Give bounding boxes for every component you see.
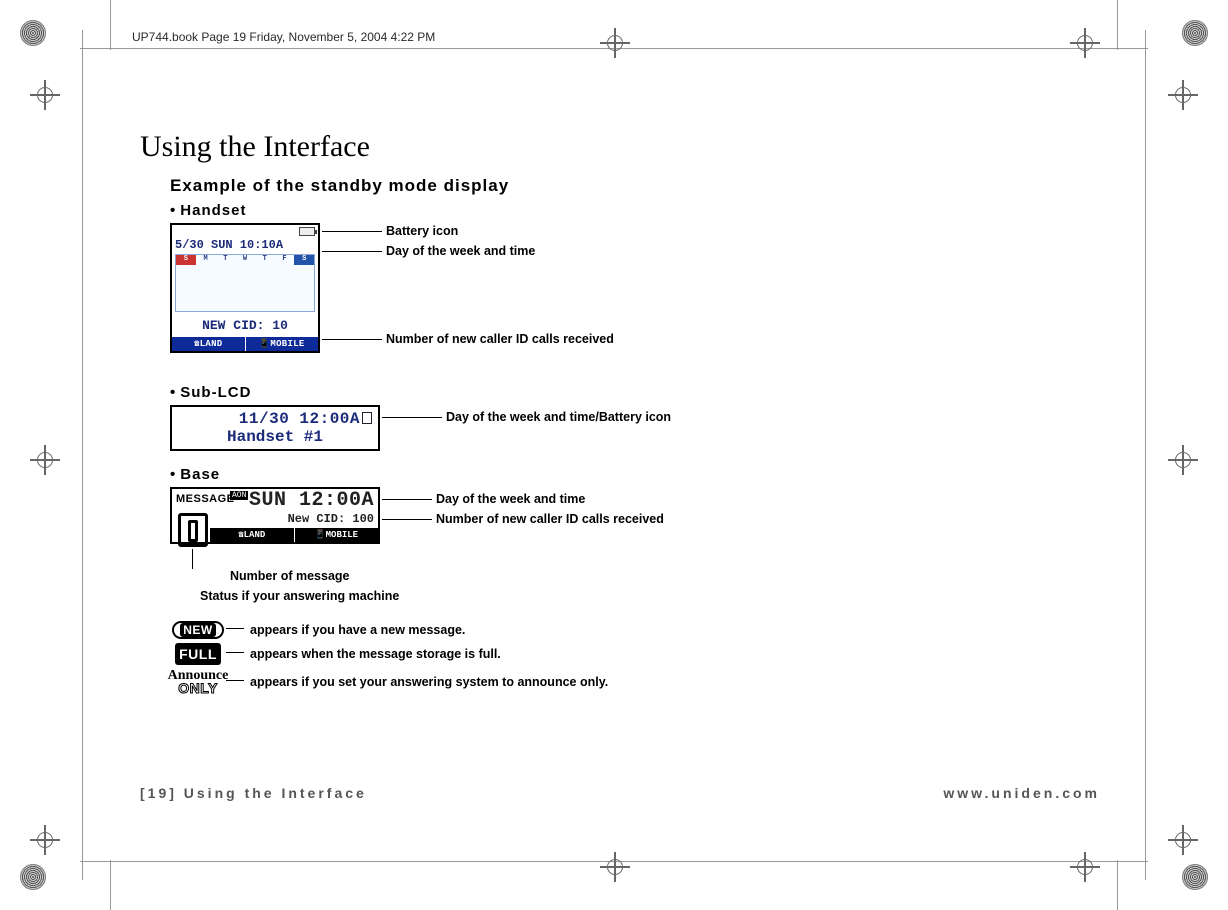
- callout-daytime: Day of the week and time: [386, 244, 535, 258]
- crop-line: [82, 30, 83, 880]
- callout-line: [382, 417, 442, 418]
- day-label: F: [275, 255, 295, 265]
- message-count-icon: [178, 513, 208, 547]
- announce-only-icon: Announce ONLY: [168, 669, 229, 696]
- crosshair-icon: [30, 80, 60, 110]
- leader-line: [226, 628, 244, 629]
- section-heading: Example of the standby mode display: [170, 176, 1100, 196]
- aon-icon: AON: [230, 491, 248, 500]
- handset-heading-text: Handset: [180, 202, 246, 219]
- announce-bottom: ONLY: [168, 682, 229, 695]
- crosshair-icon: [1070, 852, 1100, 882]
- leader-line: [226, 652, 244, 653]
- callout-sublcd: Day of the week and time/Battery icon: [446, 410, 671, 424]
- callout-base-cid: Number of new caller ID calls received: [436, 512, 664, 526]
- day-label: S: [294, 255, 314, 265]
- sublcd-handset-id: Handset #1: [178, 428, 372, 446]
- regmark-icon: [20, 864, 46, 890]
- callout-line: [382, 519, 432, 520]
- callout-line: [322, 231, 382, 232]
- callout-base-daytime: Day of the week and time: [436, 492, 585, 506]
- legend-announce-text: appears if you set your answering system…: [250, 675, 608, 689]
- legend-new: NEW appears if you have a new message.: [170, 621, 1100, 639]
- day-label: W: [235, 255, 255, 265]
- legend-full: FULL appears when the message storage is…: [170, 643, 1100, 665]
- crosshair-icon: [1168, 80, 1198, 110]
- legend-announce: Announce ONLY appears if you set your an…: [170, 669, 1100, 696]
- callout-line: [382, 499, 432, 500]
- regmark-icon: [1182, 20, 1208, 46]
- regmark-icon: [1182, 864, 1208, 890]
- sublcd-heading-text: Sub-LCD: [180, 384, 251, 401]
- crop-line: [1145, 30, 1146, 880]
- legend-full-text: appears when the message storage is full…: [250, 647, 501, 661]
- mobile-tab: 📱MOBILE: [295, 528, 379, 542]
- footer-left: [19] Using the Interface: [140, 785, 367, 801]
- day-label: T: [255, 255, 275, 265]
- sublcd-date-time: 11/30 12:00A: [239, 410, 360, 428]
- handset-date-time: 5/30 SUN 10:10A: [172, 238, 318, 252]
- crosshair-icon: [600, 852, 630, 882]
- footer-right: www.uniden.com: [943, 785, 1100, 801]
- handset-heading: •Handset: [170, 202, 1100, 219]
- day-label: T: [215, 255, 235, 265]
- legend-new-text: appears if you have a new message.: [250, 623, 465, 637]
- crosshair-icon: [600, 28, 630, 58]
- new-icon: NEW: [172, 621, 224, 639]
- callout-line: [322, 339, 382, 340]
- leader-line: [226, 680, 244, 681]
- land-tab: ☎LAND: [172, 337, 246, 351]
- message-label: MESSAGE: [176, 493, 235, 505]
- calendar-icon: S M T W T F S: [175, 254, 315, 312]
- crop-line: [1117, 860, 1118, 910]
- callout-battery: Battery icon: [386, 224, 458, 238]
- battery-icon: [362, 412, 372, 424]
- callout-line: [192, 549, 193, 569]
- day-label: M: [196, 255, 216, 265]
- mobile-tab: 📱MOBILE: [246, 337, 319, 351]
- crop-line: [110, 0, 111, 50]
- crop-line: [1117, 0, 1118, 50]
- handset-cid: NEW CID: 10: [172, 314, 318, 337]
- sublcd-heading: •Sub-LCD: [170, 384, 1100, 401]
- page-title: Using the Interface: [140, 130, 1100, 164]
- crop-line: [110, 860, 111, 910]
- base-heading: •Base: [170, 466, 1100, 483]
- crosshair-icon: [30, 825, 60, 855]
- land-tab: ☎LAND: [210, 528, 295, 542]
- crosshair-icon: [1168, 825, 1198, 855]
- day-label: S: [176, 255, 196, 265]
- callout-msg-count: Number of message: [230, 569, 349, 583]
- crosshair-icon: [1070, 28, 1100, 58]
- sub-lcd: 11/30 12:00A Handset #1: [170, 405, 380, 451]
- callout-cid: Number of new caller ID calls received: [386, 332, 614, 346]
- battery-icon: [299, 227, 315, 236]
- crosshair-icon: [1168, 445, 1198, 475]
- full-icon: FULL: [175, 643, 221, 665]
- handset-lcd: 5/30 SUN 10:10A S M T W T F S NEW CID: 1…: [170, 223, 320, 353]
- regmark-icon: [20, 20, 46, 46]
- base-lcd: MESSAGE AON SUN 12:00A New CID: 100 ☎LAN…: [170, 487, 380, 544]
- callout-status: Status if your answering machine: [200, 589, 399, 603]
- base-heading-text: Base: [180, 466, 220, 483]
- crosshair-icon: [30, 445, 60, 475]
- running-header: UP744.book Page 19 Friday, November 5, 2…: [132, 30, 435, 44]
- callout-line: [322, 251, 382, 252]
